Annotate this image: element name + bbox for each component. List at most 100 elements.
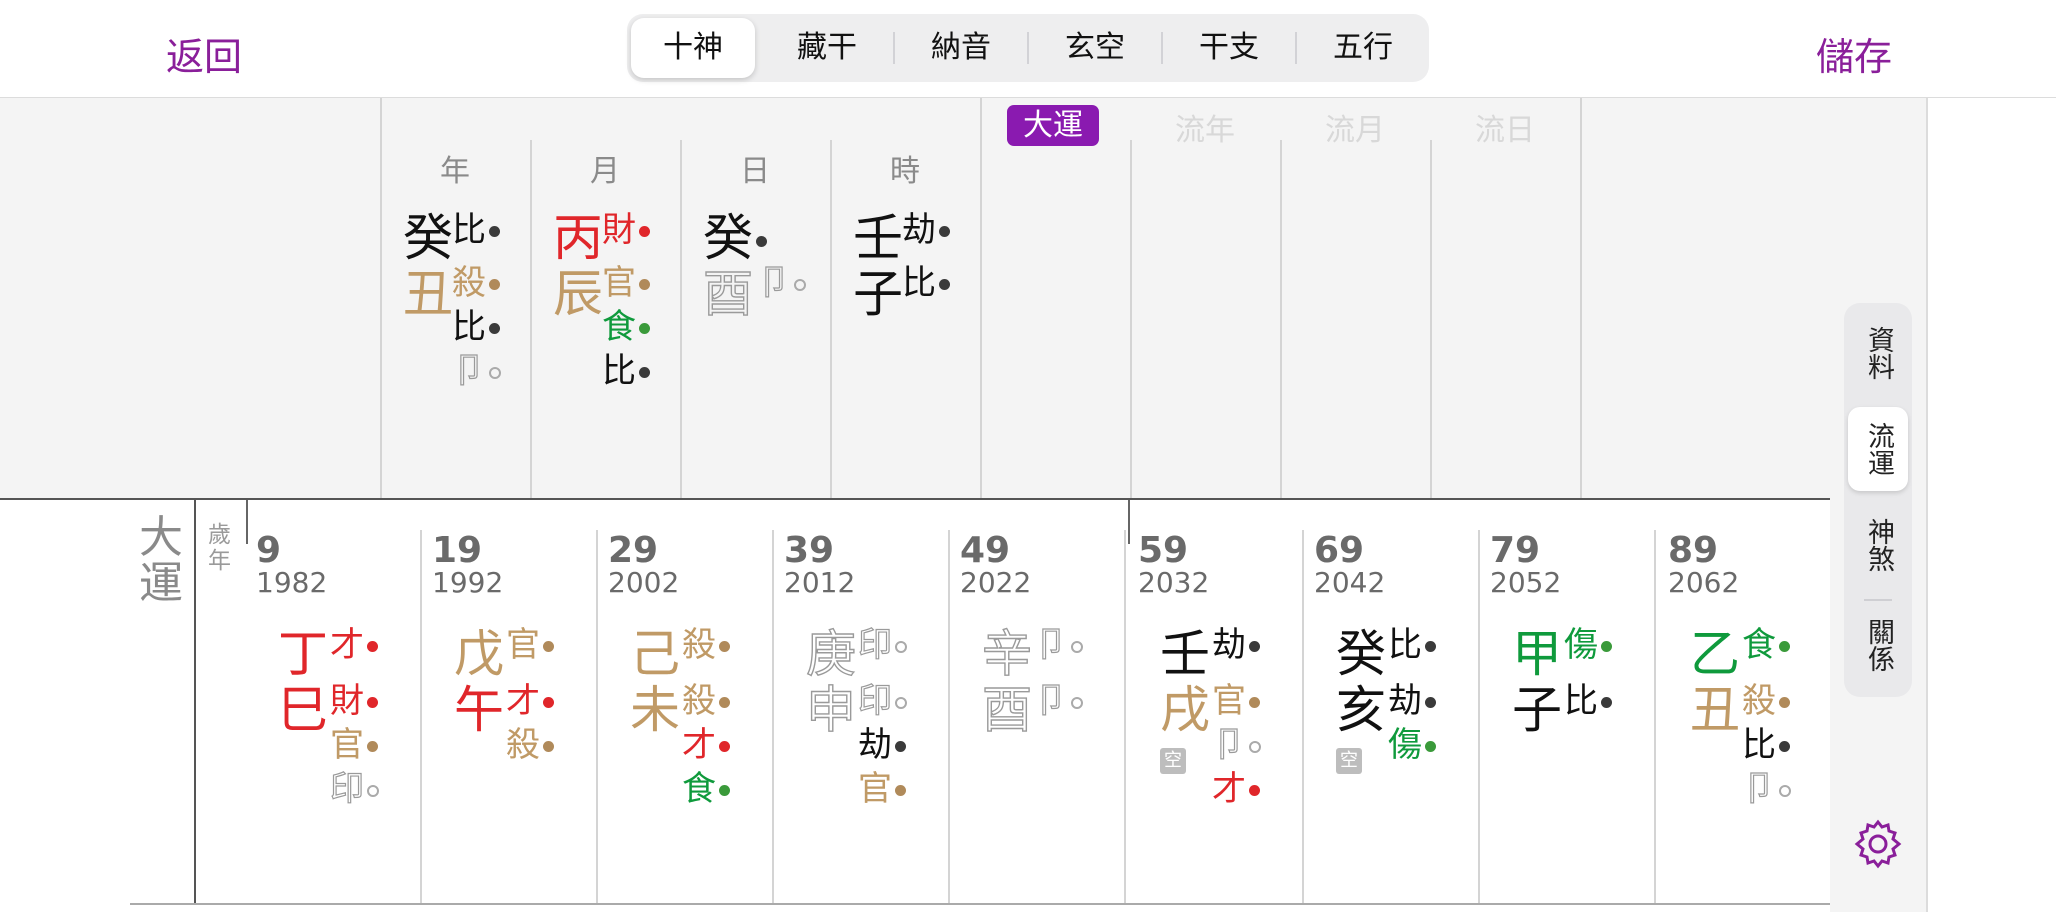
- dayun-hidden-god: 劫: [858, 726, 906, 764]
- dayun-year: 2052: [1490, 566, 1562, 599]
- side-tab-shensha[interactable]: 神煞: [1848, 507, 1908, 583]
- dayun-hidden-god: 官: [858, 770, 906, 808]
- month-hidden-god: 比: [602, 352, 650, 390]
- header-hour: 時: [890, 154, 920, 189]
- dayun-stem: 甲: [1512, 625, 1562, 683]
- column-line: [530, 140, 532, 499]
- dayun-age: 89: [1668, 530, 1719, 571]
- dayun-year: 2022: [960, 566, 1032, 599]
- dayun-hidden-god: 殺: [682, 682, 730, 720]
- tab-wuxing[interactable]: 五行: [1301, 18, 1425, 78]
- tab-canggan[interactable]: 藏干: [765, 18, 889, 78]
- dayun-stem-god: 比: [1388, 626, 1436, 664]
- dayun-hidden-god: 傷: [1388, 726, 1436, 764]
- marker-line: [246, 500, 248, 544]
- column-line: [680, 140, 682, 499]
- dayun-branch: 巳: [278, 681, 328, 739]
- side-panel-border: [1926, 98, 1928, 912]
- column-line: [830, 140, 832, 499]
- tab-shishen[interactable]: 十神: [631, 18, 755, 78]
- year-stem-god: 比: [452, 211, 500, 249]
- tab-xuankong[interactable]: 玄空: [1033, 18, 1157, 78]
- column-line: [420, 530, 422, 903]
- header-liuyue[interactable]: 流月: [1280, 105, 1430, 149]
- dayun-hidden-god: 印: [329, 769, 379, 809]
- column-line: [772, 530, 774, 903]
- dayun-stem: 己: [630, 625, 680, 683]
- header-year: 年: [440, 154, 470, 189]
- view-tab-bar: 十神 藏干 納音 玄空 干支 五行: [627, 14, 1429, 82]
- year-hidden-god: 殺: [452, 264, 500, 302]
- header-day: 日: [740, 154, 770, 189]
- column-line: [1302, 530, 1304, 903]
- month-stem-god: 財: [602, 211, 650, 249]
- kong-badge: 空: [1160, 748, 1186, 774]
- month-hidden-god: 食: [602, 308, 650, 346]
- tab-ganzhi[interactable]: 干支: [1167, 18, 1291, 78]
- dayun-branch: 亥: [1336, 681, 1386, 739]
- top-bar: 返回 儲存 十神 藏干 納音 玄空 干支 五行: [0, 0, 2056, 98]
- column-line: [1654, 530, 1656, 903]
- dayun-branch: 戌: [1160, 681, 1210, 739]
- tab-divider: [1027, 32, 1029, 64]
- dayun-hidden-god: 卩: [1211, 725, 1261, 765]
- back-button[interactable]: 返回: [166, 26, 242, 81]
- side-tab-ziliao[interactable]: 資料: [1848, 315, 1908, 391]
- dayun-pill[interactable]: 大運: [1007, 105, 1099, 146]
- year-stem: 癸: [403, 209, 453, 267]
- column-line: [980, 98, 982, 499]
- dayun-age: 69: [1314, 530, 1365, 571]
- dayun-stem: 戊: [454, 625, 504, 683]
- gear-icon[interactable]: [1852, 818, 1904, 870]
- dayun-hidden-god: 比: [1742, 726, 1790, 764]
- dayun-stem-god: 卩: [1033, 625, 1083, 665]
- dayun-hidden-god: 才: [682, 726, 730, 764]
- dayun-hidden-god: 殺: [1742, 682, 1790, 720]
- column-line: [1430, 140, 1432, 499]
- column-line: [1478, 530, 1480, 903]
- month-stem: 丙: [553, 209, 603, 267]
- dayun-age: 49: [960, 530, 1011, 571]
- dayun-stem: 庚: [805, 625, 856, 683]
- dayun-stem: 辛: [981, 625, 1032, 683]
- year-hidden-god: 比: [452, 308, 500, 346]
- hour-hidden-god: 比: [902, 264, 950, 302]
- marker-line: [1128, 500, 1130, 544]
- dayun-hidden-god: 比: [1564, 682, 1612, 720]
- hour-stem: 壬: [853, 209, 903, 267]
- dayun-stem: 癸: [1336, 625, 1386, 683]
- day-hidden-god: 卩: [756, 263, 806, 303]
- dayun-stem: 乙: [1690, 625, 1740, 683]
- dayun-age: 59: [1138, 530, 1189, 571]
- dayun-stem-god: 劫: [1212, 626, 1260, 664]
- column-line: [1130, 140, 1132, 499]
- dayun-stem-god: 殺: [682, 626, 730, 664]
- tab-nayin[interactable]: 納音: [899, 18, 1023, 78]
- dayun-hidden-god: 劫: [1388, 682, 1436, 720]
- dayun-hidden-god: 卩: [1741, 769, 1791, 809]
- save-button[interactable]: 儲存: [1816, 26, 1892, 81]
- side-tab-liuyun[interactable]: 流運: [1848, 407, 1908, 491]
- dayun-stem-god: 官: [506, 626, 554, 664]
- day-stem: 癸: [703, 212, 767, 264]
- side-tab-guanxi[interactable]: 關係: [1848, 607, 1908, 683]
- year-branch: 丑: [403, 265, 453, 323]
- dayun-branch: 酉: [981, 681, 1032, 739]
- header-liuri[interactable]: 流日: [1430, 105, 1580, 149]
- dayun-hidden-god: 官: [1212, 682, 1260, 720]
- dayun-year: 1992: [432, 566, 504, 599]
- header-liunian[interactable]: 流年: [1130, 105, 1280, 149]
- dayun-label: 大運: [139, 512, 183, 609]
- dayun-year: 2002: [608, 566, 680, 599]
- tab-divider: [893, 32, 895, 64]
- dayun-year: 2032: [1138, 566, 1210, 599]
- dayun-hidden-god: 才: [1212, 770, 1260, 808]
- kong-badge: 空: [1336, 748, 1362, 774]
- dayun-year: 2012: [784, 566, 856, 599]
- column-line: [948, 530, 950, 903]
- dayun-year: 1982: [256, 566, 328, 599]
- dayun-stem-god: 傷: [1564, 626, 1612, 664]
- dayun-branch: 午: [454, 681, 504, 739]
- month-hidden-god: 官: [602, 264, 650, 302]
- hour-branch: 子: [853, 265, 903, 323]
